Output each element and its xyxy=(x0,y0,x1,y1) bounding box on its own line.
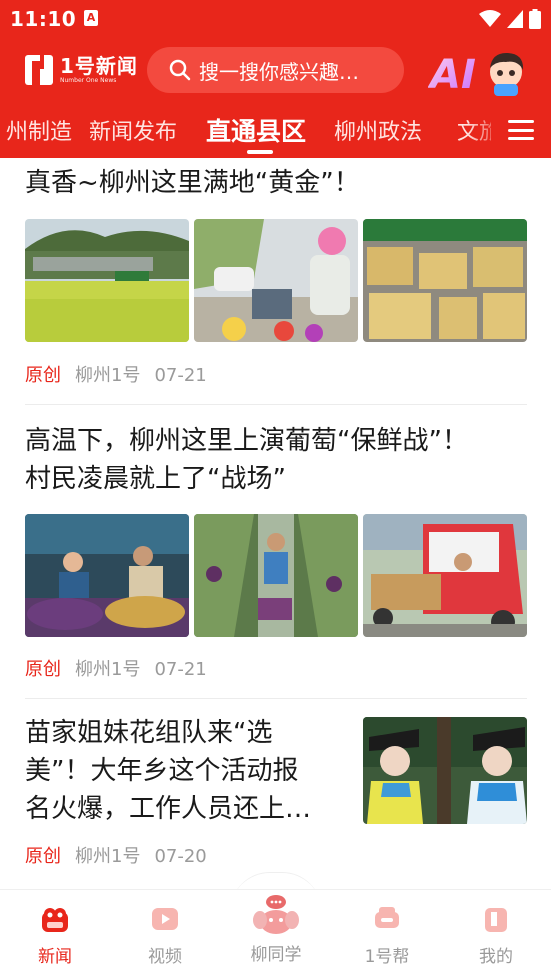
search-bar[interactable]: 搜一搜你感兴趣… xyxy=(147,47,404,93)
original-tag: 原创 xyxy=(25,365,61,386)
article-image xyxy=(25,514,189,637)
article-title-line: 美”！大年乡这个活动报 xyxy=(25,756,299,786)
article-image xyxy=(363,219,527,342)
article-meta: 原创 柳州1号 07-21 xyxy=(25,361,207,387)
article-date: 07-20 xyxy=(154,846,207,867)
news-item[interactable]: 真香~柳州这里满地“黄金”！ 原创 柳州1号 07-21 xyxy=(0,158,551,405)
nav-label: 视频 xyxy=(148,947,182,967)
active-tab-indicator xyxy=(247,150,273,154)
tab-liuzhou-politics-law[interactable]: 柳州政法 xyxy=(334,114,422,146)
video-icon xyxy=(152,908,178,930)
nav-help[interactable]: 1号帮 xyxy=(347,904,427,967)
article-image xyxy=(194,219,358,342)
help-icon xyxy=(375,907,399,928)
nav-label: 1号帮 xyxy=(364,947,410,967)
search-placeholder: 搜一搜你感兴趣… xyxy=(199,59,359,84)
nav-news[interactable]: 新闻 xyxy=(15,904,95,967)
channel-menu-button[interactable] xyxy=(491,102,551,158)
profile-icon xyxy=(485,908,507,932)
article-source: 柳州1号 xyxy=(75,659,141,680)
news-item[interactable]: 高温下，柳州这里上演葡萄“保鲜战”！ 村民凌晨就上了“战场” 原创 柳州1号 0… xyxy=(0,405,551,699)
article-image xyxy=(363,514,527,637)
article-source: 柳州1号 xyxy=(75,846,141,867)
nav-video[interactable]: 视频 xyxy=(125,904,205,967)
search-icon xyxy=(169,59,191,81)
tab-liuzhou-manufacturing[interactable]: 州制造 xyxy=(6,114,72,146)
nav-label: 柳同学 xyxy=(250,945,302,965)
battery-icon xyxy=(529,9,541,29)
elephant-icon xyxy=(253,895,299,934)
article-image xyxy=(194,514,358,637)
article-meta: 原创 柳州1号 07-20 xyxy=(25,842,207,868)
article-title-line: 苗家姐妹花组队来“选 xyxy=(25,718,273,748)
article-image xyxy=(363,717,527,824)
article-date: 07-21 xyxy=(154,365,207,386)
bottom-navigation: 新闻 视频 柳同学 1号帮 我的 xyxy=(0,889,551,979)
menu-icon xyxy=(508,120,534,140)
tab-news-release[interactable]: 新闻发布 xyxy=(89,114,177,146)
notification-icon: A xyxy=(84,10,98,26)
logo-text: 1号新闻 xyxy=(60,54,138,78)
ai-label: AI xyxy=(428,52,476,96)
article-title-line: 名火爆，工作人员还上… xyxy=(25,794,312,824)
app-logo[interactable]: 1号新闻 Number One News xyxy=(24,52,138,88)
original-tag: 原创 xyxy=(25,846,61,867)
channel-tabs: 州制造 新闻发布 直通县区 柳州政法 文旅 xyxy=(0,102,551,158)
nav-profile[interactable]: 我的 xyxy=(456,904,536,967)
logo-subtext: Number One News xyxy=(60,77,117,84)
nav-liu-tongxue[interactable]: 柳同学 xyxy=(236,892,316,965)
news-feed[interactable]: 真香~柳州这里满地“黄金”！ 原创 柳州1号 07-21 高温下，柳州这里上演葡… xyxy=(0,158,551,889)
original-tag: 原创 xyxy=(25,659,61,680)
article-date: 07-21 xyxy=(154,659,207,680)
system-icons xyxy=(479,9,541,29)
nav-label: 我的 xyxy=(479,947,513,967)
article-meta: 原创 柳州1号 07-21 xyxy=(25,655,207,681)
news-item[interactable]: 苗家姐妹花组队来“选 美”！大年乡这个活动报 名火爆，工作人员还上… 原创 柳州1… xyxy=(0,699,551,889)
nav-label: 新闻 xyxy=(38,947,72,967)
wifi-icon xyxy=(479,10,501,27)
signal-icon xyxy=(507,10,523,28)
article-image xyxy=(25,219,189,342)
article-title-line: 高温下，柳州这里上演葡萄“保鲜战”！ xyxy=(25,426,468,456)
article-title-line: 村民凌晨就上了“战场” xyxy=(25,464,286,494)
logo-mark-icon xyxy=(25,55,53,85)
article-title: 真香~柳州这里满地“黄金”！ xyxy=(25,168,360,198)
status-bar: 11:10 A xyxy=(0,0,551,38)
news-icon xyxy=(42,908,68,932)
tab-county-direct[interactable]: 直通县区 xyxy=(206,112,306,148)
status-time: 11:10 xyxy=(10,7,77,31)
ai-avatar-icon xyxy=(490,52,524,96)
ai-assistant-button[interactable]: AI xyxy=(428,46,528,96)
article-source: 柳州1号 xyxy=(75,365,141,386)
app-header: 1号新闻 Number One News 搜一搜你感兴趣… AI xyxy=(0,38,551,102)
